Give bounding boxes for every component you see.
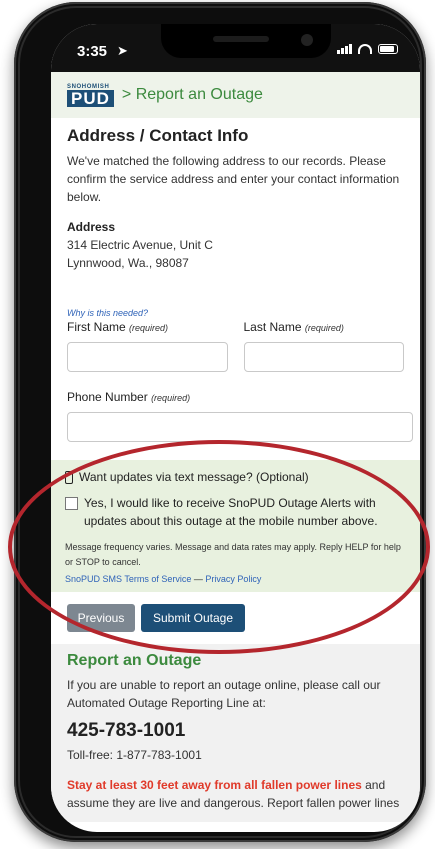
camera-icon <box>301 34 313 46</box>
required-tag: (required) <box>129 323 169 333</box>
outage-phone-number[interactable]: 425-783-1001 <box>67 720 404 742</box>
power-line-warning: Stay at least 30 feet away from all fall… <box>67 776 404 812</box>
report-heading: Report an Outage <box>67 652 202 669</box>
first-name-field[interactable] <box>67 342 228 372</box>
location-arrow-icon: ➤ <box>117 43 128 58</box>
phone-number-label: Phone Number (required) <box>67 390 191 404</box>
snopud-logo[interactable]: SNOHOMISH PUD <box>67 84 114 107</box>
notch <box>161 24 331 58</box>
sms-optin-panel: Want updates via text message? (Optional… <box>51 460 420 592</box>
sms-optin-row[interactable]: Yes, I would like to receive SnoPUD Outa… <box>65 494 408 530</box>
why-needed-link[interactable]: Why is this needed? <box>67 308 404 318</box>
first-name-label: First Name (required) <box>67 320 169 334</box>
address-line-2: Lynnwood, Wa., 98087 <box>67 256 189 270</box>
phone-frame: 3:35 ➤ SNOHOMISH PUD > Report an Outage <box>14 2 426 842</box>
phone-number-field[interactable] <box>67 412 413 442</box>
sms-question-text: Want updates via text message? (Optional… <box>79 470 309 484</box>
phone-screen: 3:35 ➤ SNOHOMISH PUD > Report an Outage <box>51 24 420 832</box>
page-content: SNOHOMISH PUD > Report an Outage Address… <box>51 72 420 832</box>
wifi-icon <box>358 44 372 54</box>
site-header: SNOHOMISH PUD > Report an Outage <box>51 72 420 118</box>
sms-question: Want updates via text message? (Optional… <box>65 470 408 484</box>
form-actions: Previous Submit Outage <box>67 604 420 632</box>
battery-icon <box>378 44 398 54</box>
previous-button[interactable]: Previous <box>67 604 135 632</box>
page-title: Address / Contact Info <box>67 126 249 145</box>
status-time: 3:35 <box>77 43 108 60</box>
intro-text: We've matched the following address to o… <box>67 154 400 204</box>
sms-links: SnoPUD SMS Terms of Service — Privacy Po… <box>65 574 408 584</box>
signal-icon <box>337 44 352 54</box>
report-text: If you are unable to report an outage on… <box>67 678 381 710</box>
address-line-1: 314 Electric Avenue, Unit C <box>67 238 213 252</box>
tollfree-number: Toll-free: 1-877-783-1001 <box>67 748 202 762</box>
status-icons <box>337 44 398 54</box>
address-label: Address <box>67 220 116 234</box>
speaker-icon <box>213 36 269 42</box>
links-separator: — <box>193 574 203 584</box>
last-name-label: Last Name (required) <box>243 320 344 334</box>
warning-bold: Stay at least 30 feet away from all fall… <box>67 778 362 792</box>
sms-optin-label[interactable]: Yes, I would like to receive SnoPUD Outa… <box>84 494 408 530</box>
required-tag: (required) <box>151 393 191 403</box>
last-name-field[interactable] <box>243 342 404 372</box>
status-bar: 3:35 ➤ <box>51 24 420 72</box>
sms-terms-link[interactable]: SnoPUD SMS Terms of Service <box>65 574 191 584</box>
report-outage-section: Report an Outage If you are unable to re… <box>51 644 420 822</box>
mobile-phone-icon <box>65 470 73 484</box>
required-tag: (required) <box>304 323 344 333</box>
privacy-policy-link[interactable]: Privacy Policy <box>205 574 261 584</box>
sms-fine-print: Message frequency varies. Message and da… <box>65 542 401 567</box>
breadcrumb-title: > Report an Outage <box>121 86 263 103</box>
submit-outage-button[interactable]: Submit Outage <box>141 604 245 632</box>
logo-big-text: PUD <box>67 89 114 107</box>
sms-optin-checkbox[interactable] <box>65 497 78 510</box>
